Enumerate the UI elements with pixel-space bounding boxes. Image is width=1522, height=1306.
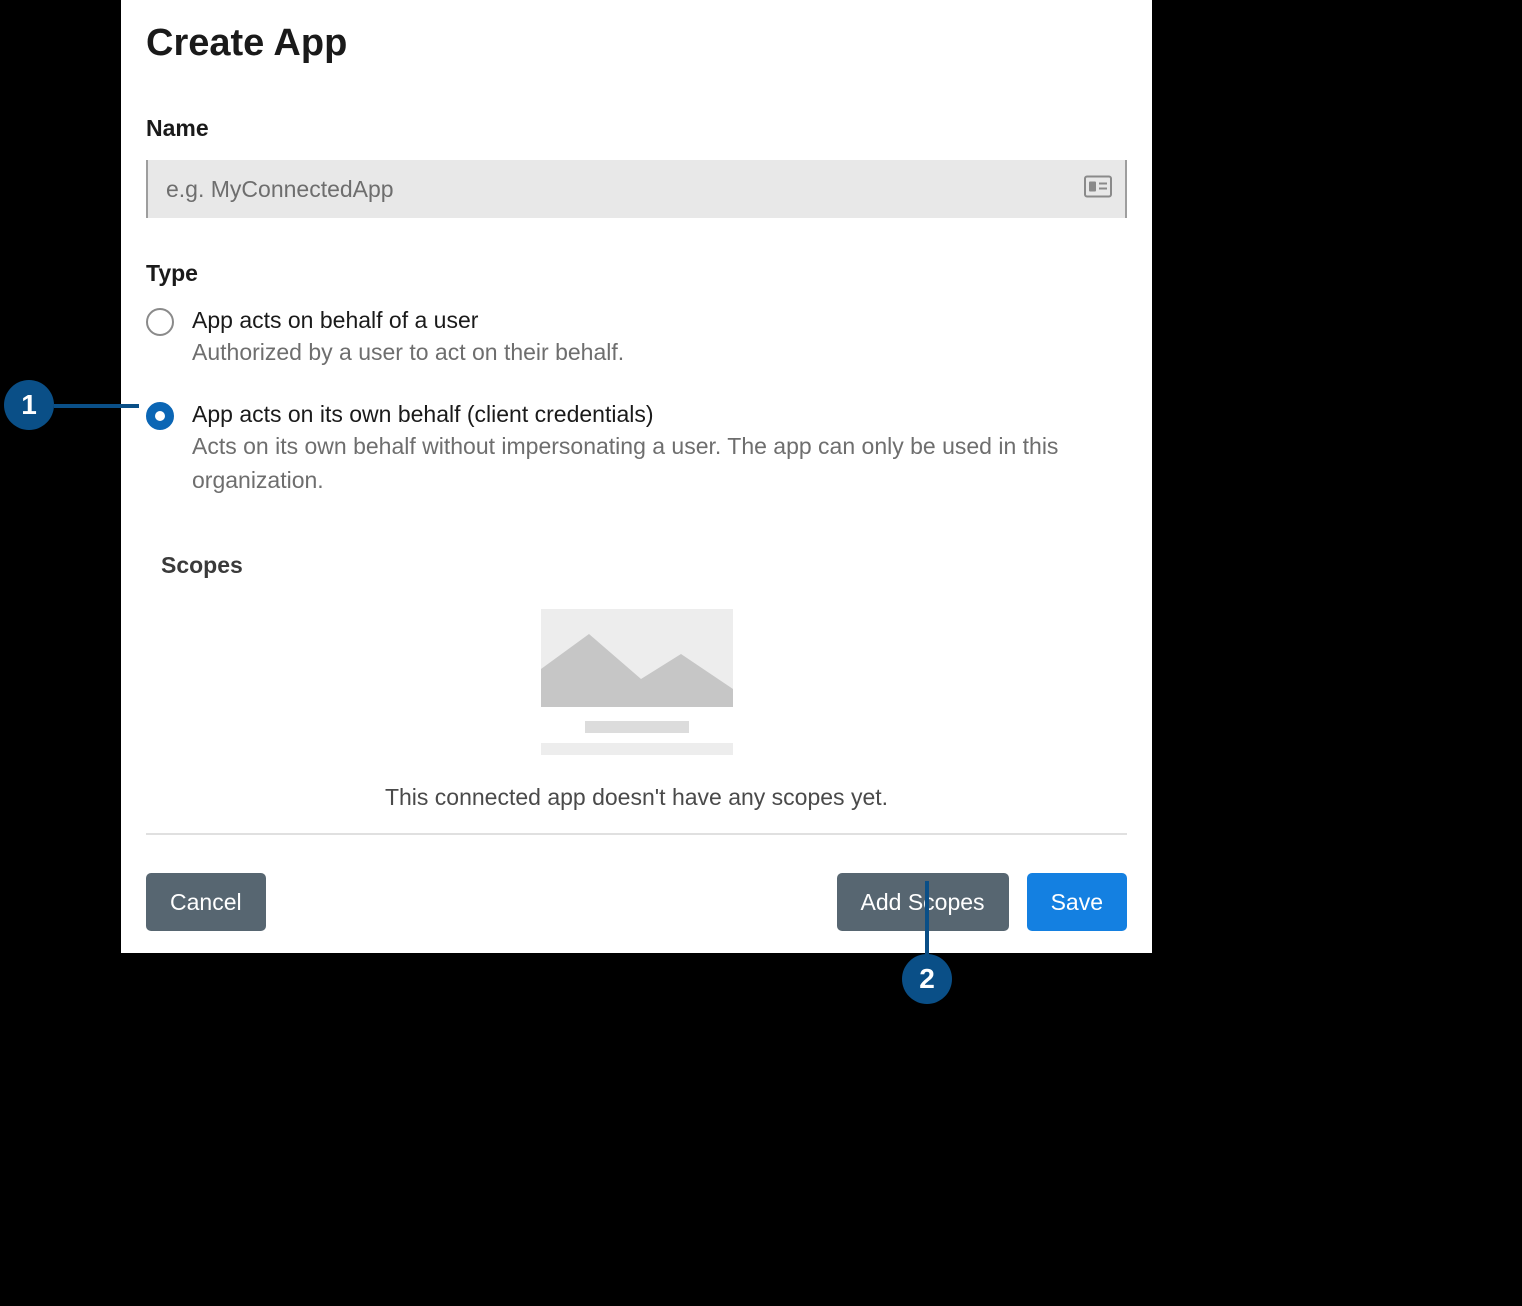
type-radio-group: App acts on behalf of a user Authorized … [146,305,1127,497]
annotation-badge-1: 1 [4,380,54,430]
name-input-wrap [146,160,1127,218]
radio-description: Authorized by a user to act on their beh… [192,336,1127,369]
radio-icon-selected [146,402,174,430]
add-scopes-button[interactable]: Add Scopes [837,873,1009,931]
name-label: Name [146,115,1127,142]
scopes-empty-state: This connected app doesn't have any scop… [146,609,1127,823]
scopes-label: Scopes [161,552,1127,579]
radio-title: App acts on its own behalf (client crede… [192,399,1127,430]
annotation-badge-2: 2 [902,954,952,1004]
annotation-line-1 [54,404,139,408]
placeholder-image-icon [541,609,733,762]
scopes-empty-text: This connected app doesn't have any scop… [146,784,1127,811]
radio-title: App acts on behalf of a user [192,305,1127,336]
radio-option-user-behalf[interactable]: App acts on behalf of a user Authorized … [146,305,1127,369]
save-button[interactable]: Save [1027,873,1127,931]
dialog-footer: Cancel Add Scopes Save [146,873,1127,931]
radio-description: Acts on its own behalf without impersona… [192,430,1127,497]
radio-option-client-credentials[interactable]: App acts on its own behalf (client crede… [146,399,1127,497]
divider [146,833,1127,835]
contact-card-icon [1084,176,1112,203]
create-app-dialog: Create App Name Type App acts on behalf … [121,0,1152,953]
name-input[interactable] [146,160,1127,218]
type-label: Type [146,260,1127,287]
dialog-title: Create App [146,22,1127,65]
cancel-button[interactable]: Cancel [146,873,266,931]
radio-icon [146,308,174,336]
annotation-line-2 [925,881,929,959]
